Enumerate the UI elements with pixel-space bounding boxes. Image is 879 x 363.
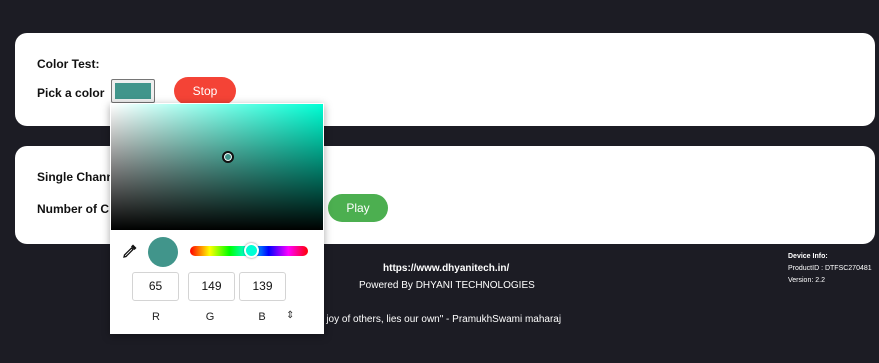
device-info: Device Info: ProductID : DTFSC270481 Ver… xyxy=(788,251,872,287)
stop-button[interactable]: Stop xyxy=(174,77,236,105)
color-picker-popup: 65 149 139 R G B ⇕ xyxy=(110,103,324,334)
saturation-value-area[interactable] xyxy=(111,104,323,230)
version-text: Version: 2.2 xyxy=(788,277,825,284)
color-swatch xyxy=(115,83,151,99)
blue-label: B xyxy=(258,311,266,323)
number-of-channels-label: Number of C xyxy=(37,202,109,216)
color-test-title: Color Test: xyxy=(37,57,100,71)
eyedropper-icon[interactable] xyxy=(122,243,138,259)
product-id: ProductID : DTFSC270481 xyxy=(788,265,872,272)
green-label: G xyxy=(205,311,215,323)
device-info-title: Device Info: xyxy=(788,253,828,260)
pick-color-label: Pick a color xyxy=(37,86,105,100)
blue-input[interactable]: 139 xyxy=(239,272,286,301)
website-url[interactable]: https://www.dhyanitech.in/ xyxy=(383,263,509,274)
green-input[interactable]: 149 xyxy=(188,272,235,301)
hue-slider-thumb[interactable] xyxy=(244,243,259,258)
single-channel-label: Single Chann xyxy=(37,170,114,184)
powered-by-text: Powered By DHYANI TECHNOLOGIES xyxy=(359,280,535,291)
quote-text: e joy of others, lies our own" - Pramukh… xyxy=(318,314,562,325)
color-input[interactable] xyxy=(111,79,155,103)
color-preview xyxy=(148,237,178,267)
red-label: R xyxy=(152,311,160,323)
red-input[interactable]: 65 xyxy=(132,272,179,301)
play-button[interactable]: Play xyxy=(328,194,388,222)
up-down-arrows-icon[interactable]: ⇕ xyxy=(286,310,294,321)
saturation-cursor[interactable] xyxy=(222,151,234,163)
